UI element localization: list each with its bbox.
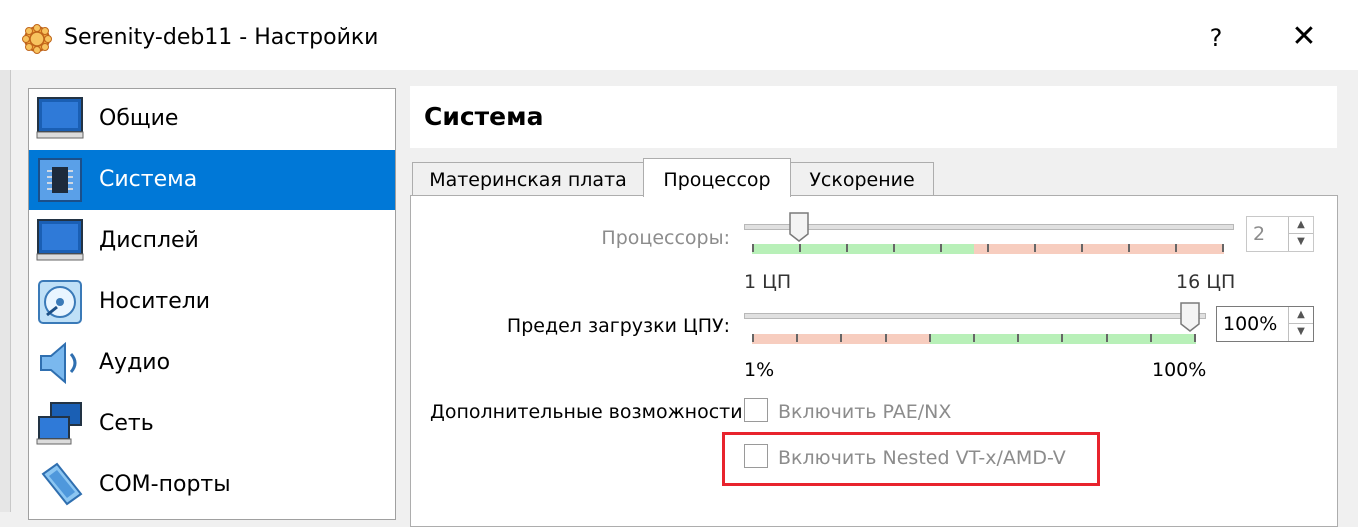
tab-processor[interactable]: Процессор [643,158,791,197]
scale-tick [940,244,942,252]
page-header: Система [410,86,1337,148]
display-icon [36,219,84,261]
scale-tick [840,334,842,342]
virtualbox-gear-icon [22,24,52,54]
help-button[interactable]: ? [1196,20,1236,56]
cpu-count-value: 2 [1253,223,1266,245]
sidebar-item-label: Дисплей [99,228,199,253]
cpu-limit-slider-track[interactable] [744,313,1206,319]
sidebar-item-display[interactable]: Дисплей [29,211,395,271]
sidebar-item-label: Система [99,167,198,192]
sidebar-item-com-ports[interactable]: COM-порты [29,455,395,515]
scale-tick [1106,334,1108,342]
sidebar-item-label: COM-порты [99,472,231,497]
sidebar-item-label: Общие [99,106,179,131]
cpu-count-slider-thumb[interactable] [789,212,809,242]
pae-nx-checkbox[interactable] [744,398,768,422]
cpu-count-spinbox[interactable]: 2 ▲ ▼ [1246,216,1314,252]
pae-nx-label: Включить PAE/NX [778,401,952,423]
tab-motherboard[interactable]: Материнская плата [412,162,644,195]
scale-tick [752,244,754,252]
cpu-limit-scale [752,334,1196,344]
scale-tick [796,334,798,342]
settings-sidebar: Общие Система Дисплей Носители Аудио Сет… [28,88,396,520]
scale-tick [1061,334,1063,342]
sidebar-item-system[interactable]: Система [29,150,395,210]
scale-tick [1081,244,1083,252]
increment-icon[interactable]: ▲ [1289,217,1313,234]
extended-features-label: Дополнительные возможности: [430,401,749,423]
cpu-count-scale [752,244,1224,254]
scale-tick [1194,334,1196,342]
title-bar: Serenity-deb11 - Настройки ? ✕ [0,0,1358,70]
cpu-limit-spin-buttons: ▲ ▼ [1288,307,1313,341]
cpu-limit-label: Предел загрузки ЦПУ: [506,315,730,337]
window-edge [0,70,11,512]
increment-icon[interactable]: ▲ [1289,307,1313,324]
sidebar-item-label: Сеть [99,411,154,436]
scale-tick [987,244,989,252]
sidebar-item-general[interactable]: Общие [29,89,395,149]
cpu-limit-max-label: 100% [1152,359,1207,381]
tab-acceleration[interactable]: Ускорение [790,162,934,195]
scale-tick [1034,244,1036,252]
scale-red-segment [973,244,1224,254]
cpu-limit-value: 100% [1223,313,1278,335]
sidebar-item-label: Носители [99,289,211,314]
sidebar-item-storage[interactable]: Носители [29,272,395,332]
network-icon [36,402,82,445]
sidebar-item-label: Аудио [99,350,171,375]
speaker-icon [40,341,77,385]
decrement-icon[interactable]: ▼ [1289,324,1313,340]
scale-tick [973,334,975,342]
decrement-icon[interactable]: ▼ [1289,234,1313,250]
cpu-count-max-label: 16 ЦП [1176,271,1236,293]
sidebar-item-audio[interactable]: Аудио [29,333,395,393]
sidebar-item-network[interactable]: Сеть [29,394,395,454]
scale-tick [885,334,887,342]
cpu-limit-spinbox[interactable]: 100% ▲ ▼ [1216,306,1314,342]
scale-tick [1175,244,1177,252]
scale-tick [846,244,848,252]
scale-tick [1222,244,1224,252]
page-title: Система [424,102,544,131]
cpu-limit-slider-thumb[interactable] [1180,302,1200,332]
scale-tick [1150,334,1152,342]
highlight-box [722,432,1100,486]
cpu-limit-min-label: 1% [744,359,775,381]
scale-tick [893,244,895,252]
scale-tick [1128,244,1130,252]
chip-icon [38,158,82,202]
scale-tick [929,334,931,342]
cpu-count-label: Процессоры: [601,227,730,249]
cpu-count-min-label: 1 ЦП [744,271,792,293]
scale-tick [752,334,754,342]
close-button[interactable]: ✕ [1284,20,1324,56]
scale-tick [1017,334,1019,342]
cpu-count-spin-buttons: ▲ ▼ [1288,217,1313,251]
scale-tick [799,244,801,252]
cpu-count-slider-track[interactable] [744,224,1234,230]
window-title: Serenity-deb11 - Настройки [64,25,379,50]
disk-icon [38,280,82,324]
monitor-icon [36,97,84,139]
serial-port-icon [41,462,83,506]
